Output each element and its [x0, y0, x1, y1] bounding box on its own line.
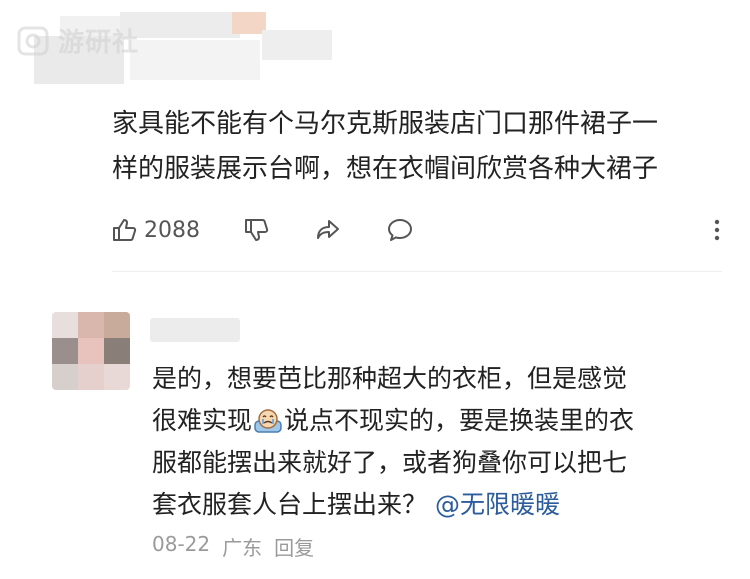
comment-line-2: 样的服装展示台啊，想在衣帽间欣赏各种大裙子	[112, 154, 659, 184]
watermark-logo: 游研社	[16, 22, 139, 59]
reply-line-2-a: 很难实现	[152, 406, 253, 435]
thumbs-down-icon	[245, 219, 269, 241]
watermark-icon	[17, 26, 49, 55]
reply-meta: 08-22 广东 回复	[152, 532, 314, 561]
reply-line-4-a: 套衣服套人台上摆出来？	[152, 490, 428, 519]
thumbs-up-icon	[113, 219, 137, 241]
reply-line-4: 套衣服套人台上摆出来？ @无限暖暖	[152, 484, 692, 526]
comment-action-bar: 2088	[110, 210, 722, 250]
comment-line-1: 家具能不能有个马尔克斯服装店门口那件裙子一	[112, 109, 659, 139]
comment-button[interactable]	[386, 216, 414, 244]
like-count: 2088	[144, 217, 200, 243]
crying-emoji-icon	[254, 409, 282, 433]
comment-icon	[388, 219, 412, 241]
reply-date: 08-22	[152, 532, 211, 556]
avatar[interactable]	[52, 312, 130, 390]
share-icon	[317, 220, 339, 239]
more-options-button[interactable]	[712, 216, 722, 244]
reply-text: 是的，想要芭比那种超大的衣柜，但是感觉 很难实现 说点不现实的，要是换装里的衣 …	[152, 358, 692, 526]
share-button[interactable]	[314, 216, 342, 244]
reply-line-2: 很难实现 说点不现实的，要是换装里的衣	[152, 400, 692, 442]
reply-line-3: 服都能摆出来就好了，或者狗叠你可以把七	[152, 448, 628, 477]
mention-link[interactable]: @无限暖暖	[435, 490, 560, 519]
divider	[112, 271, 722, 272]
comment-text: 家具能不能有个马尔克斯服装店门口那件裙子一 样的服装展示台啊，想在衣帽间欣赏各种…	[112, 102, 722, 192]
reply-location: 广东	[222, 536, 263, 560]
like-button[interactable]: 2088	[110, 216, 200, 244]
reply-line-1: 是的，想要芭比那种超大的衣柜，但是感觉	[152, 364, 628, 393]
reply-button[interactable]: 回复	[274, 532, 314, 561]
more-vertical-icon	[714, 219, 720, 241]
reply-line-2-b: 说点不现实的，要是换装里的衣	[284, 406, 635, 435]
reply-username-blurred[interactable]	[150, 318, 240, 342]
dislike-button[interactable]	[242, 216, 270, 244]
watermark-text: 游研社	[58, 28, 140, 58]
